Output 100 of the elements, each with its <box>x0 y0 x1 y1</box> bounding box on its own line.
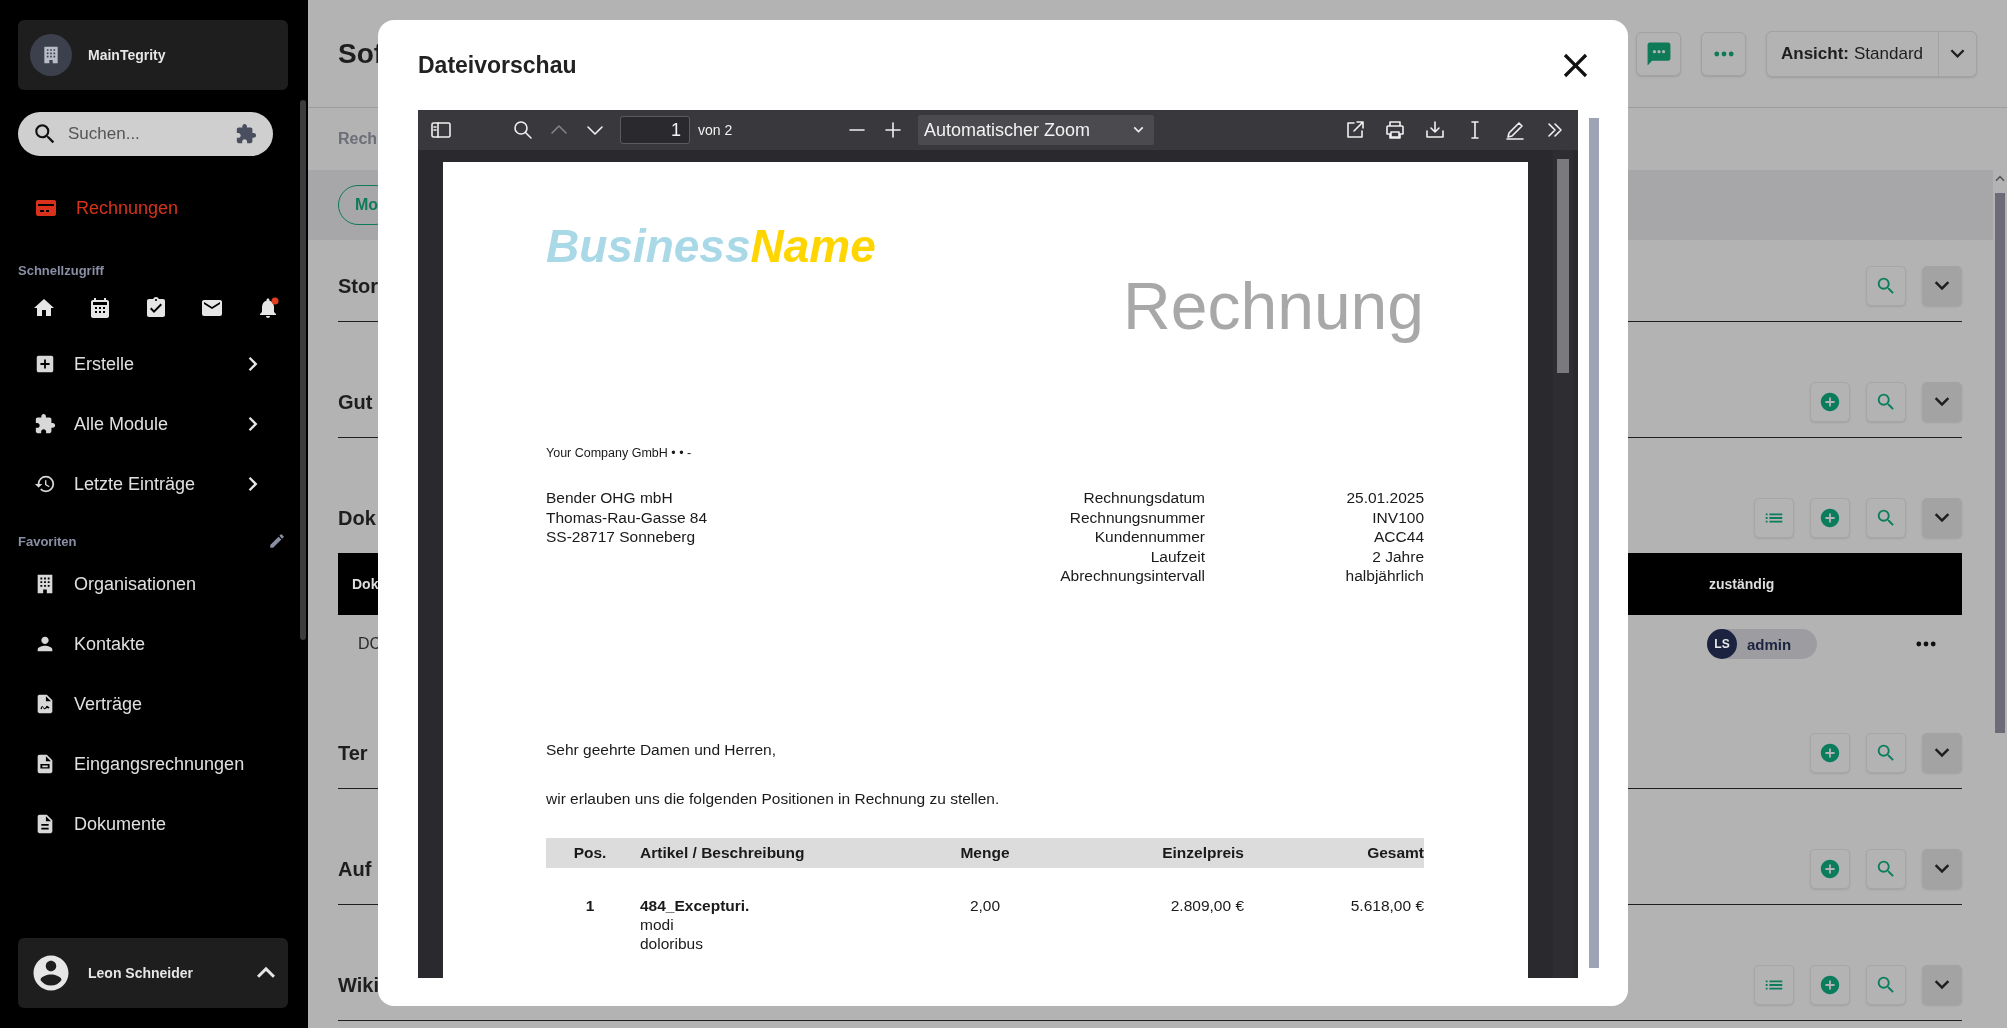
caret-icon <box>1133 126 1144 134</box>
column-header[interactable]: zuständig <box>1695 576 1775 592</box>
scroll-up-icon <box>1995 175 2005 183</box>
search-field[interactable]: Suchen... <box>18 112 273 156</box>
expand-button[interactable] <box>1922 733 1962 773</box>
scrollbar-thumb[interactable] <box>1557 159 1569 373</box>
detail-value: halbjährlich <box>1345 567 1424 584</box>
column-header: Menge <box>960 843 1010 861</box>
item-title: 484_Excepturi. <box>640 896 750 914</box>
add-icon <box>1819 858 1841 880</box>
sidebar-toggle-icon <box>431 120 451 140</box>
more-button[interactable] <box>1701 31 1746 76</box>
expand-button[interactable] <box>1922 498 1962 538</box>
user-card[interactable]: Leon Schneider <box>18 938 288 1008</box>
list-button[interactable] <box>1754 965 1794 1005</box>
user-name: Leon Schneider <box>88 965 195 981</box>
minus-icon <box>848 128 866 132</box>
chevron-right-icon <box>248 356 258 372</box>
greeting: Sehr geehrte Damen und Herren, <box>546 740 777 758</box>
search-icon <box>1875 275 1897 297</box>
favorite-item[interactable]: Verträge <box>18 674 288 734</box>
add-button[interactable] <box>1810 965 1850 1005</box>
puzzle-icon <box>34 413 56 435</box>
add-button[interactable] <box>1810 733 1850 773</box>
section-label: Favoriten <box>18 533 77 549</box>
section-title: Auf <box>338 857 372 880</box>
menu-item[interactable]: Erstelle <box>18 334 288 394</box>
column-header: Artikel / Beschreibung <box>640 843 805 861</box>
table-cell: 2,00 <box>969 896 1001 914</box>
building-icon <box>41 45 61 65</box>
detail-label: Laufzeit <box>1150 547 1205 565</box>
dialog-title: Dateivorschau <box>418 51 578 79</box>
search-icon <box>513 120 533 140</box>
add-button[interactable] <box>1810 498 1850 538</box>
favorite-item[interactable]: Kontakte <box>18 614 288 674</box>
add-button[interactable] <box>1810 849 1850 889</box>
address-line: SS-28717 Sonneberg <box>546 528 696 545</box>
section-title: Ter <box>338 741 368 764</box>
assignee-name: admin <box>1747 635 1792 653</box>
table-cell: 5.618,00 € <box>1350 896 1424 914</box>
menu-item[interactable]: Letzte Einträge <box>18 454 288 514</box>
address-line: Thomas-Rau-Gasse 84 <box>546 508 708 526</box>
close-icon <box>1563 52 1588 78</box>
app-name: MainTegrity <box>88 47 166 63</box>
menu-item[interactable]: Alle Module <box>18 394 288 454</box>
chevron-down-icon <box>1934 512 1950 524</box>
more-icon <box>1915 641 1937 647</box>
scrollbar-track[interactable] <box>1589 118 1599 968</box>
list-button[interactable] <box>1754 498 1794 538</box>
chevron-down-icon <box>1934 280 1950 292</box>
nav-item[interactable]: Rechnungen <box>18 178 288 238</box>
sender-line: Your Company GmbH • • - <box>546 446 692 460</box>
favorite-item[interactable]: Eingangsrechnungen <box>18 734 288 794</box>
section-title: Dok <box>338 506 376 529</box>
table-cell: 1 <box>585 896 595 914</box>
chevron-down-icon <box>1934 747 1950 759</box>
more-icon <box>1712 50 1735 57</box>
expand-button[interactable] <box>1922 266 1962 306</box>
pencil-icon <box>268 532 286 550</box>
document-heading: Rechnung <box>1123 269 1424 343</box>
add-icon <box>1819 974 1841 996</box>
detail-value: 2 Jahre <box>1372 547 1424 565</box>
favorite-item[interactable]: Organisationen <box>18 554 288 614</box>
column-header[interactable]: Dok <box>338 576 379 592</box>
chevron-down-icon <box>1934 396 1950 408</box>
favorite-item[interactable]: Dokumente <box>18 794 288 854</box>
detail-label: Kundennummer <box>1094 528 1205 545</box>
detail-value: INV100 <box>1372 508 1424 526</box>
external-link-icon <box>1345 120 1365 140</box>
add-button[interactable] <box>1810 382 1850 422</box>
zoom-select[interactable]: Automatischer Zoom <box>918 115 1154 145</box>
print-icon <box>1385 120 1405 140</box>
chevron-right-icon <box>248 476 258 492</box>
chat-button[interactable] <box>1636 31 1681 76</box>
business-logo: BusinessName <box>546 220 876 272</box>
expand-button[interactable] <box>1922 965 1962 1005</box>
column-header: Pos. <box>573 843 607 861</box>
expand-button[interactable] <box>1922 849 1962 889</box>
scrollbar-thumb[interactable] <box>1995 193 2005 733</box>
detail-label: Rechnungsnummer <box>1069 508 1205 526</box>
app-brand-card[interactable]: MainTegrity <box>18 20 288 90</box>
detail-value: 25.01.2025 <box>1346 489 1424 506</box>
history-icon <box>34 473 56 495</box>
search-icon <box>1875 742 1897 764</box>
add-icon <box>1819 742 1841 764</box>
chevron-down-icon <box>1934 863 1950 875</box>
expand-button[interactable] <box>1922 382 1962 422</box>
page-number-field[interactable]: 1 <box>620 116 690 144</box>
chevron-right-icon <box>248 416 258 432</box>
chat-icon <box>1646 41 1671 66</box>
section-title: Gut <box>338 390 373 413</box>
close-button[interactable] <box>1563 52 1588 78</box>
download-icon <box>1425 120 1445 140</box>
section-label: Schnellzugriff <box>18 263 104 278</box>
view-selector[interactable]: Ansicht: Standard <box>1766 30 1977 77</box>
search-icon <box>1875 858 1897 880</box>
add-icon <box>1819 507 1841 529</box>
item-description: modi <box>640 915 674 933</box>
column-header: Gesamt <box>1367 843 1424 861</box>
page-count: von 2 <box>698 122 733 138</box>
